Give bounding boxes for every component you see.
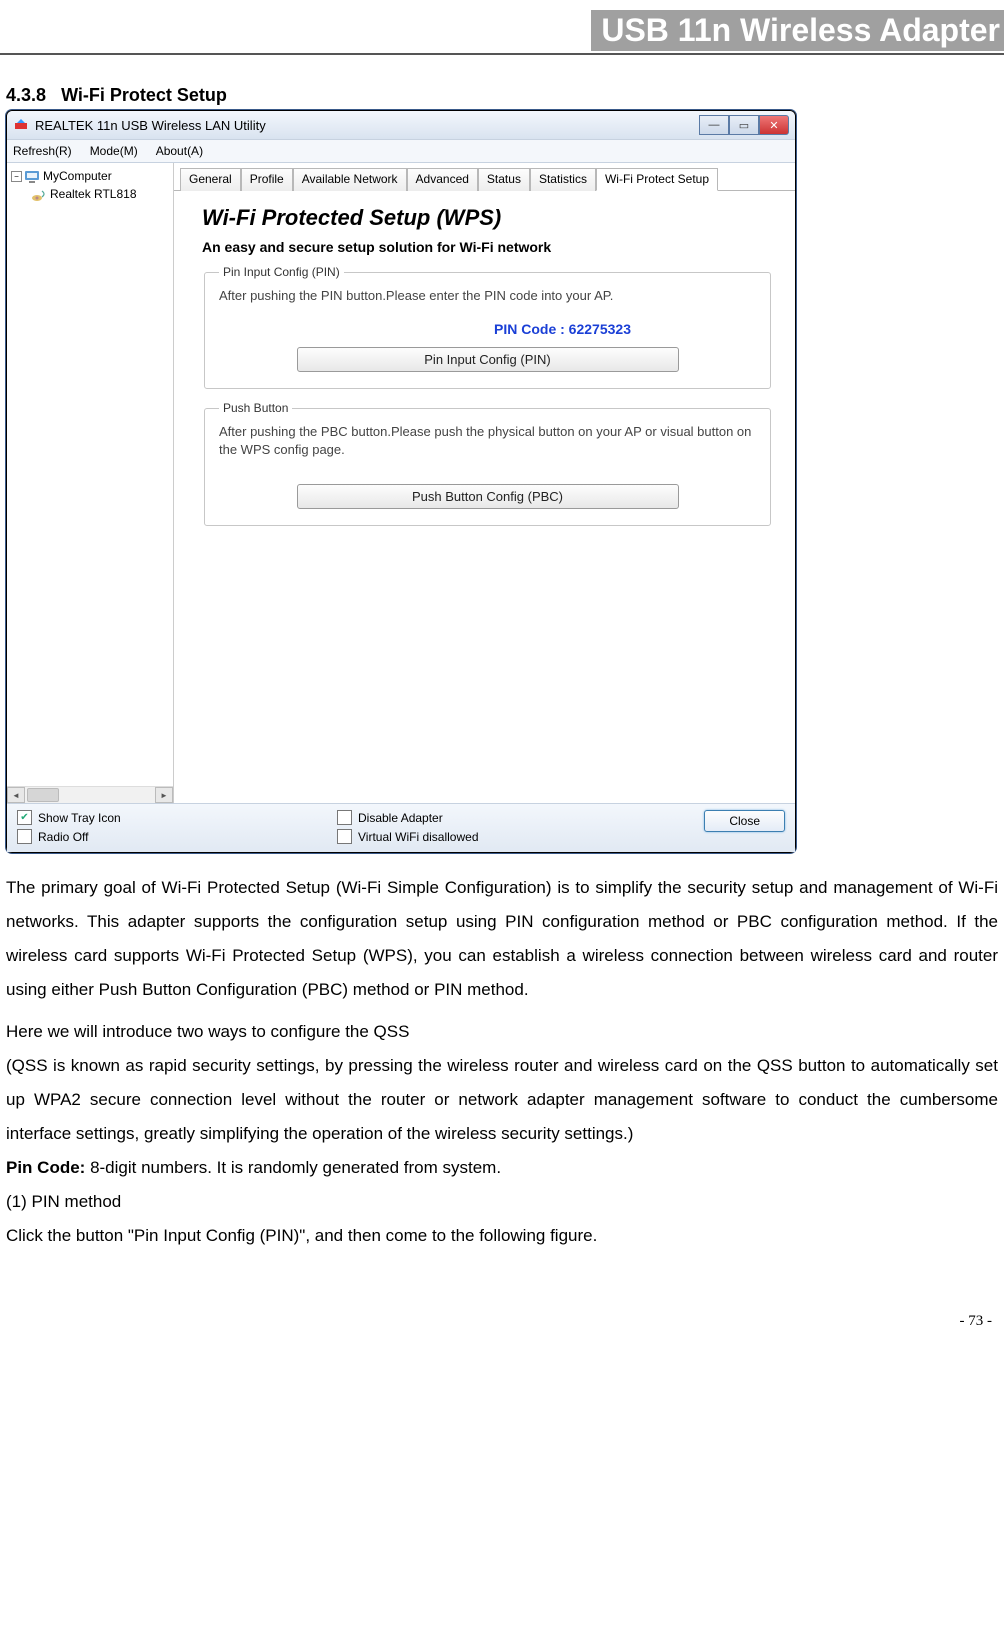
window-title: REALTEK 11n USB Wireless LAN Utility (35, 118, 266, 133)
tab-status[interactable]: Status (478, 168, 530, 191)
tabs-row: General Profile Available Network Advanc… (174, 163, 795, 191)
virtual-wifi-label: Virtual WiFi disallowed (358, 830, 479, 844)
adapter-icon (31, 186, 47, 202)
section-title: Wi-Fi Protect Setup (61, 85, 227, 105)
pbc-group-desc: After pushing the PBC button.Please push… (219, 423, 756, 459)
pin-group-legend: Pin Input Config (PIN) (219, 265, 344, 279)
tab-general[interactable]: General (180, 168, 241, 191)
pin-code-bold: Pin Code: (6, 1158, 85, 1177)
pin-code-label: PIN Code : 62275323 (369, 321, 756, 337)
minimize-button[interactable]: — (699, 115, 729, 135)
pin-input-config-button[interactable]: Pin Input Config (PIN) (297, 347, 679, 372)
tree-pane: − MyComputer Realtek RTL818 ◄ ► (7, 163, 174, 803)
pbc-group-legend: Push Button (219, 401, 292, 415)
section-heading: 4.3.8 Wi-Fi Protect Setup (6, 85, 1004, 106)
radio-off-checkbox[interactable]: Radio Off (17, 829, 337, 844)
scroll-thumb[interactable] (27, 788, 59, 802)
menu-mode[interactable]: Mode(M) (90, 144, 138, 158)
paragraph: Click the button "Pin Input Config (PIN)… (6, 1219, 998, 1253)
checkbox-icon (337, 810, 352, 825)
paragraph: (1) PIN method (6, 1185, 998, 1219)
menu-about[interactable]: About(A) (156, 144, 203, 158)
tab-wps[interactable]: Wi-Fi Protect Setup (596, 168, 718, 191)
app-icon (13, 117, 29, 133)
window-titlebar: REALTEK 11n USB Wireless LAN Utility — ▭… (7, 111, 795, 139)
push-button-config-button[interactable]: Push Button Config (PBC) (297, 484, 679, 509)
tree-child-item[interactable]: Realtek RTL818 (9, 185, 171, 203)
window-close-button[interactable]: ✕ (759, 115, 789, 135)
maximize-button[interactable]: ▭ (729, 115, 759, 135)
checkbox-icon (337, 829, 352, 844)
computer-icon (24, 168, 40, 184)
wps-heading: Wi-Fi Protected Setup (WPS) (202, 205, 773, 231)
app-window: REALTEK 11n USB Wireless LAN Utility — ▭… (6, 110, 796, 853)
virtual-wifi-checkbox[interactable]: Virtual WiFi disallowed (337, 829, 704, 844)
tree-root-item[interactable]: − MyComputer (9, 167, 171, 185)
checkbox-checked-icon: ✔ (17, 810, 32, 825)
menubar: Refresh(R) Mode(M) About(A) (7, 139, 795, 163)
horizontal-scrollbar[interactable]: ◄ ► (7, 786, 173, 803)
tab-profile[interactable]: Profile (241, 168, 293, 191)
pin-group-desc: After pushing the PIN button.Please ente… (219, 287, 756, 305)
wps-subheading: An easy and secure setup solution for Wi… (202, 239, 773, 255)
checkbox-icon (17, 829, 32, 844)
bottom-bar: ✔ Show Tray Icon Radio Off Disable Adapt… (7, 803, 795, 852)
tab-advanced[interactable]: Advanced (407, 168, 478, 191)
pin-group: Pin Input Config (PIN) After pushing the… (204, 265, 771, 389)
header-divider (0, 53, 1004, 55)
paragraph: The primary goal of Wi-Fi Protected Setu… (6, 871, 998, 1007)
pin-code-rest: 8-digit numbers. It is randomly generate… (85, 1158, 501, 1177)
page-number: - 73 - (0, 1313, 1004, 1330)
radio-off-label: Radio Off (38, 830, 88, 844)
tree-root-label: MyComputer (43, 169, 112, 183)
disable-adapter-checkbox[interactable]: Disable Adapter (337, 810, 704, 825)
close-button[interactable]: Close (704, 810, 785, 832)
show-tray-icon-label: Show Tray Icon (38, 811, 121, 825)
paragraph: Here we will introduce two ways to confi… (6, 1015, 998, 1049)
collapse-icon[interactable]: − (11, 171, 22, 182)
paragraph: Pin Code: 8-digit numbers. It is randoml… (6, 1151, 998, 1185)
show-tray-icon-checkbox[interactable]: ✔ Show Tray Icon (17, 810, 337, 825)
scroll-right-icon[interactable]: ► (155, 787, 173, 803)
tab-statistics[interactable]: Statistics (530, 168, 596, 191)
pbc-group: Push Button After pushing the PBC button… (204, 401, 771, 525)
tree-child-label: Realtek RTL818 (50, 187, 137, 201)
main-pane: General Profile Available Network Advanc… (174, 163, 795, 803)
tab-available-network[interactable]: Available Network (293, 168, 407, 191)
menu-refresh[interactable]: Refresh(R) (13, 144, 72, 158)
body-text: The primary goal of Wi-Fi Protected Setu… (6, 871, 998, 1253)
paragraph: (QSS is known as rapid security settings… (6, 1049, 998, 1151)
scroll-left-icon[interactable]: ◄ (7, 787, 25, 803)
document-header-title: USB 11n Wireless Adapter (591, 10, 1004, 51)
section-number: 4.3.8 (6, 85, 46, 105)
disable-adapter-label: Disable Adapter (358, 811, 443, 825)
